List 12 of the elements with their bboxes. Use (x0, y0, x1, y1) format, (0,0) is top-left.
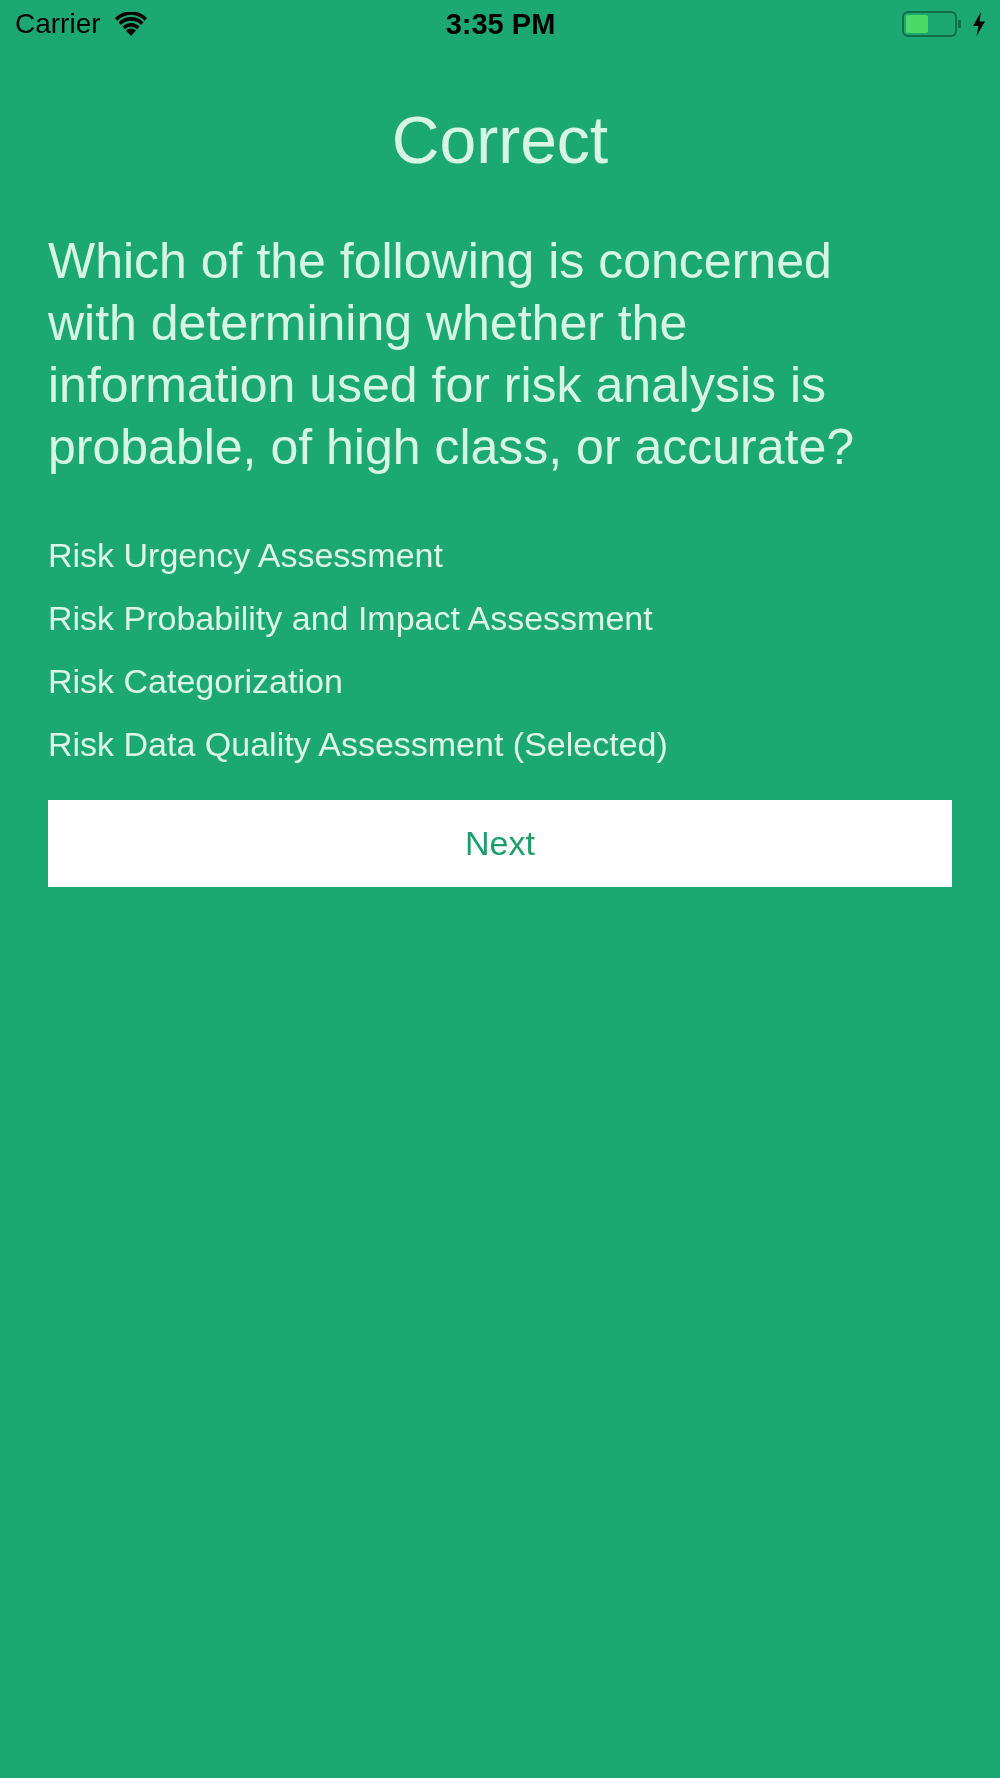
answer-option[interactable]: Risk Data Quality Assessment (Selected) (48, 713, 668, 777)
charging-bolt-icon (972, 12, 986, 36)
answer-option[interactable]: Risk Categorization (48, 650, 343, 714)
carrier-name: Carrier (15, 8, 101, 40)
status-time: 3:35 PM (445, 7, 556, 41)
next-button[interactable]: Next (48, 800, 952, 888)
answer-option[interactable]: Risk Urgency Assessment (48, 524, 443, 588)
result-title: Correct (390, 102, 610, 179)
answer-option[interactable]: Risk Probability and Impact Assessment (48, 587, 653, 651)
wifi-icon (114, 12, 147, 36)
question-text: Which of the following is concerned with determining whether the information used for risk analysis is probable, of high class, or accurate? (48, 232, 856, 478)
battery-icon (902, 11, 962, 37)
